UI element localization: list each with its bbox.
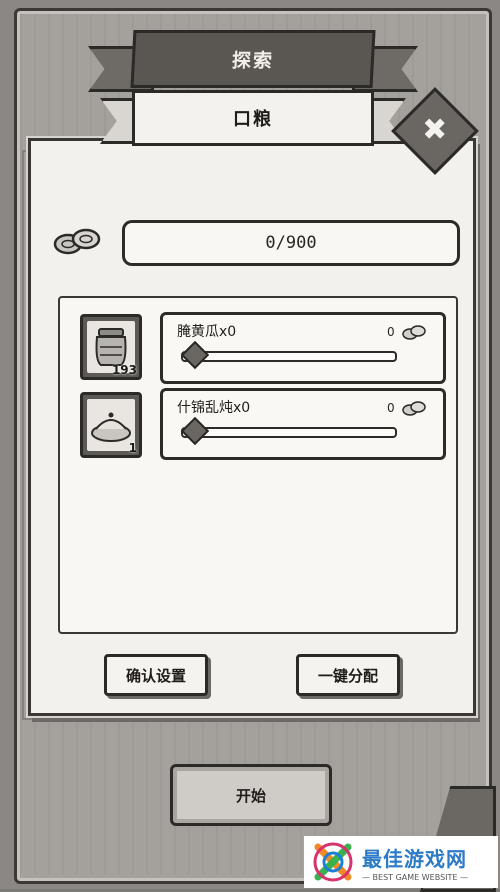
explore-title: 探索: [231, 49, 275, 72]
auto-assign-label: 一键分配: [317, 666, 378, 685]
explore-title-banner: 探索: [130, 30, 376, 88]
rations-title-banner: 口粮: [132, 90, 374, 146]
quantity-slider-handle[interactable]: [180, 340, 210, 370]
item-name: 什锦乱炖x0: [177, 400, 251, 416]
item-quantity: 0: [387, 401, 395, 415]
site-watermark: 最佳游戏网 — BEST GAME WEBSITE —: [304, 836, 498, 888]
watermark-text-group: 最佳游戏网 — BEST GAME WEBSITE —: [362, 843, 468, 882]
quantity-slider-handle[interactable]: [180, 416, 210, 446]
start-button[interactable]: 开始: [170, 764, 332, 826]
rations-title: 口粮: [233, 109, 273, 130]
item-slot-stew[interactable]: 1: [80, 392, 142, 458]
item-name: 腌黄瓜x0: [177, 324, 237, 340]
item-slot-cucumber[interactable]: 193: [80, 314, 142, 380]
coin-icon: [402, 401, 426, 416]
ration-total-bar: 0/900: [122, 220, 460, 266]
quantity-slider-track[interactable]: [180, 340, 397, 370]
item-row-stew: 什锦乱炖x0 0: [160, 388, 446, 460]
item-quantity: 0: [387, 325, 395, 339]
auto-assign-button[interactable]: 一键分配: [296, 654, 400, 696]
item-stock-count: 1: [128, 441, 137, 455]
coin-icon: [402, 325, 426, 340]
item-stock-count: 193: [111, 363, 137, 377]
watermark-logo-icon: [313, 842, 353, 882]
close-icon: ✖: [422, 112, 448, 148]
ration-total-value: 0/900: [265, 233, 317, 253]
coin-icon: [53, 228, 101, 255]
watermark-subtitle: — BEST GAME WEBSITE —: [362, 872, 468, 882]
start-label: 开始: [235, 786, 266, 805]
quantity-slider-track[interactable]: [180, 416, 397, 446]
confirm-settings-label: 确认设置: [125, 666, 186, 685]
item-row-cucumber: 腌黄瓜x0 0: [160, 312, 446, 384]
confirm-settings-button[interactable]: 确认设置: [104, 654, 208, 696]
watermark-title: 最佳游戏网: [362, 846, 467, 871]
